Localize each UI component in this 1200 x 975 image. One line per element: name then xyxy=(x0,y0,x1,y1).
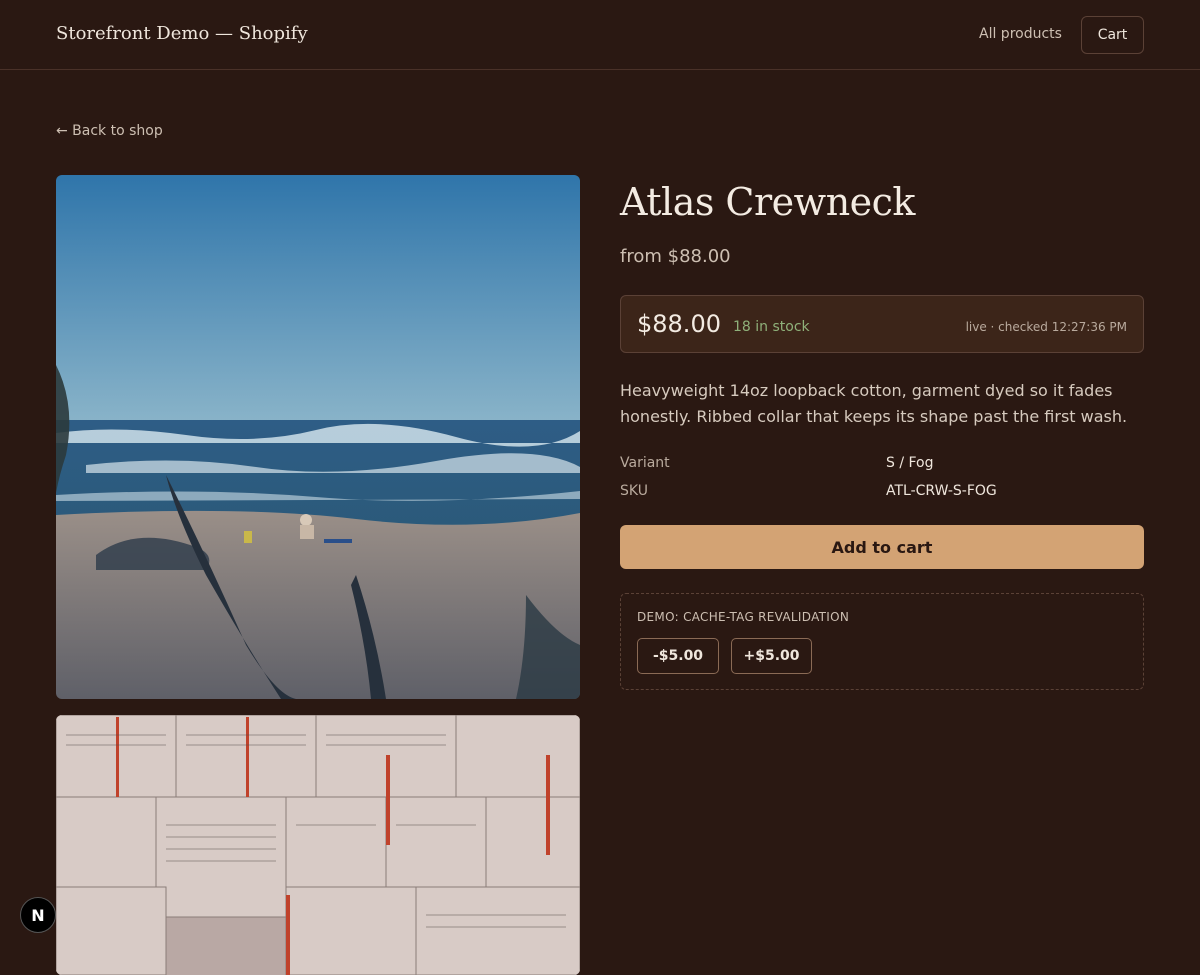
product-image-beach xyxy=(56,175,580,699)
cache-demo-panel: DEMO: CACHE-TAG REVALIDATION -$5.00 +$5.… xyxy=(620,593,1144,690)
variant-label: Variant xyxy=(620,455,670,471)
back-to-shop-link[interactable]: ← Back to shop xyxy=(56,123,163,139)
add-to-cart-button[interactable]: Add to cart xyxy=(620,525,1144,569)
live-price-panel: $88.00 18 in stock live · checked 12:27:… xyxy=(620,295,1144,353)
nextjs-devtools-icon[interactable]: N xyxy=(20,897,56,933)
nav-all-products[interactable]: All products xyxy=(979,26,1062,42)
product-image-books xyxy=(56,715,580,975)
sku-value: ATL-CRW-S-FOG xyxy=(886,483,997,499)
demo-panel-title: DEMO: CACHE-TAG REVALIDATION xyxy=(637,610,850,624)
product-title: Atlas Crewneck xyxy=(620,180,915,224)
sku-label: SKU xyxy=(620,483,648,499)
cart-button[interactable]: Cart xyxy=(1081,16,1144,54)
from-price: from $88.00 xyxy=(620,246,731,267)
live-check-timestamp: live · checked 12:27:36 PM xyxy=(965,320,1127,334)
decrease-price-button[interactable]: -$5.00 xyxy=(637,638,719,674)
beach-photo xyxy=(56,175,580,699)
books-photo xyxy=(56,715,580,975)
stock-status: 18 in stock xyxy=(733,319,810,335)
brand-logo[interactable]: Storefront Demo — Shopify xyxy=(56,23,308,44)
product-description: Heavyweight 14oz loopback cotton, garmen… xyxy=(620,381,1128,426)
variant-value: S / Fog xyxy=(886,455,934,471)
site-header: Storefront Demo — Shopify All products C… xyxy=(0,0,1200,70)
current-price: $88.00 xyxy=(637,310,721,338)
increase-price-button[interactable]: +$5.00 xyxy=(731,638,812,674)
